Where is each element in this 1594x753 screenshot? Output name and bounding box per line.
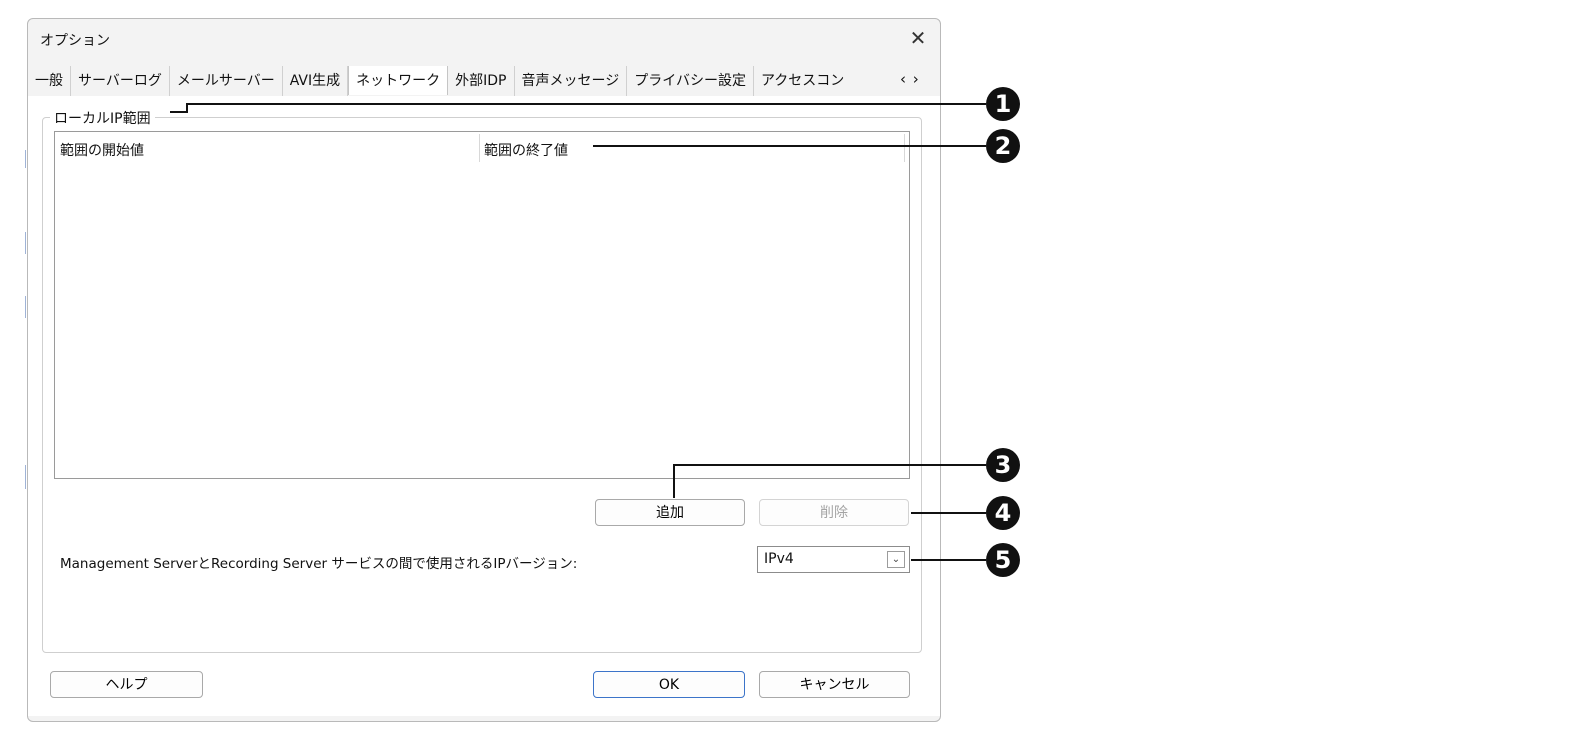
tab-external-idp[interactable]: 外部IDP [448, 66, 515, 96]
add-button[interactable]: 追加 [595, 499, 745, 526]
window-edge-mark [25, 296, 26, 318]
ip-version-select[interactable]: IPv4 ⌄ [757, 546, 910, 573]
column-header-range-start[interactable]: 範囲の開始値 [60, 140, 144, 160]
tab-access-control[interactable]: アクセスコン [754, 66, 851, 96]
callout-line-3 [673, 464, 986, 466]
callout-3-badge: 3 [986, 448, 1020, 482]
ip-version-label: Management ServerとRecording Server サービスの… [60, 556, 578, 572]
delete-button[interactable]: 削除 [759, 499, 909, 526]
window-edge-mark [25, 465, 26, 489]
help-button[interactable]: ヘルプ [50, 671, 203, 698]
close-icon[interactable]: ✕ [906, 26, 930, 50]
tab-audio-messages[interactable]: 音声メッセージ [515, 66, 628, 96]
tab-strip: 一般 サーバーログ メールサーバー AVI生成 ネットワーク 外部IDP 音声メ… [28, 66, 908, 96]
tab-network[interactable]: ネットワーク [348, 66, 449, 95]
callout-line-2 [593, 145, 986, 147]
window-edge-mark [25, 150, 26, 168]
tab-privacy-settings[interactable]: プライバシー設定 [627, 66, 754, 96]
tab-mail-server[interactable]: メールサーバー [170, 66, 283, 96]
callout-line-5 [911, 559, 986, 561]
chevron-down-icon[interactable]: ⌄ [887, 551, 905, 568]
callout-line-4 [911, 512, 986, 514]
column-divider[interactable] [479, 134, 480, 162]
callout-1-badge: 1 [986, 87, 1020, 121]
window-edge-mark [25, 232, 26, 254]
callout-line-1 [170, 111, 186, 113]
ok-button[interactable]: OK [593, 671, 745, 698]
callout-5-badge: 5 [986, 543, 1020, 577]
dialog-title: オプション [40, 33, 110, 49]
column-header-range-end[interactable]: 範囲の終了値 [484, 140, 568, 160]
cancel-button[interactable]: キャンセル [759, 671, 910, 698]
ip-range-list[interactable] [54, 131, 910, 479]
callout-2-badge: 2 [986, 129, 1020, 163]
ip-version-value: IPv4 [764, 551, 794, 567]
group-label: ローカルIP範囲 [50, 108, 155, 128]
tab-server-log[interactable]: サーバーログ [71, 66, 170, 96]
tab-general[interactable]: 一般 [28, 66, 71, 96]
column-divider [904, 134, 905, 162]
callout-line-1 [186, 103, 986, 105]
tab-scroll-arrows-icon[interactable]: ‹ › [900, 70, 920, 88]
callout-line-3 [673, 464, 675, 498]
callout-4-badge: 4 [986, 496, 1020, 530]
tab-avi-generation[interactable]: AVI生成 [283, 66, 349, 96]
